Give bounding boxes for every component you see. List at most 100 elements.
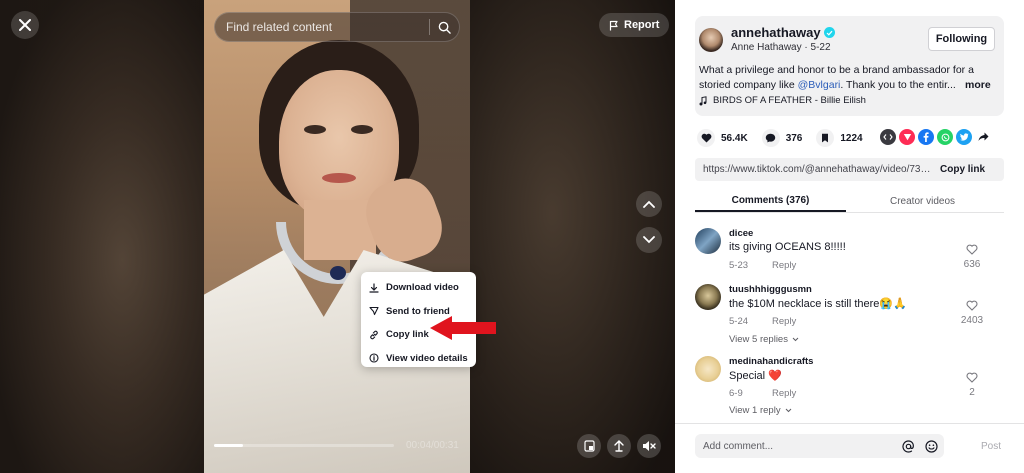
creator-display-name: Anne Hathaway [731,42,802,53]
comment-item: medinahandicrafts Special ❤️ 6-9 Reply 2… [695,350,1004,418]
reply-button[interactable]: Reply [772,388,796,399]
report-label: Report [624,19,660,31]
comment-like-icon[interactable] [966,300,978,311]
emoji-icon[interactable] [925,439,938,453]
caption-mention-link[interactable]: @Bvlgari [798,79,841,91]
save-count: 1224 [840,132,863,144]
video-link-bar: https://www.tiktok.com/@annehathaway/vid… [695,158,1004,181]
comment-like-icon[interactable] [966,372,978,383]
music-link[interactable]: BIRDS OF A FEATHER - Billie Eilish [699,95,866,106]
view-video-details-menu-item[interactable]: View video details [361,347,476,371]
tab-divider [695,212,1004,213]
next-video-button[interactable] [636,227,662,253]
comment-text: the $10M necklace is still there😭🙏 [729,298,907,310]
share-arrow-icon[interactable] [975,129,991,145]
search-input[interactable] [226,20,421,34]
download-video-menu-item[interactable]: Download video [361,276,476,300]
video-link-text[interactable]: https://www.tiktok.com/@annehathaway/vid… [703,164,931,175]
mute-button[interactable] [637,434,661,458]
commenter-username[interactable]: tuushhhigggusmn [729,284,812,295]
comment-input[interactable] [703,440,902,452]
video-frame[interactable] [204,0,470,473]
close-button[interactable] [11,11,39,39]
commenter-avatar[interactable] [695,228,721,254]
related-content-search[interactable] [214,12,460,42]
comment-count: 376 [785,132,803,144]
tab-creator-videos[interactable]: Creator videos [846,190,999,212]
verified-icon [823,27,835,38]
commenter-avatar[interactable] [695,284,721,310]
bookmark-icon [816,129,835,147]
view-replies-label: View 1 reply [729,405,781,416]
reply-button[interactable]: Reply [772,260,796,271]
chevron-down-icon [792,337,799,342]
link-icon [370,330,378,340]
facebook-icon[interactable] [918,129,934,145]
caption-more-button[interactable]: more [965,78,991,93]
post-comment-button[interactable]: Post [981,441,1001,452]
auto-scroll-icon [614,440,624,452]
red-arrow-annotation [430,316,496,340]
caption-text-end: . Thank you to the entir... [840,79,956,91]
commenter-avatar[interactable] [695,356,721,382]
following-button[interactable]: Following [928,27,995,51]
copy-link-button[interactable]: Copy link [940,164,985,175]
comment-text: its giving OCEANS 8!!!!! [729,241,846,253]
repost-icon[interactable] [899,129,915,145]
flag-icon [609,20,618,30]
comment-like-count: 2 [969,387,975,398]
video-player: Report 00:04/00:31 [0,0,675,473]
twitter-icon[interactable] [956,129,972,145]
menu-item-label: Download video [386,282,459,294]
chevron-down-icon [643,236,655,244]
music-note-icon [699,95,707,105]
creator-username[interactable]: annehathaway [731,25,835,40]
post-actions: 56.4K 376 1224 [697,129,877,147]
creator-avatar[interactable] [699,28,723,52]
comment-like-count: 2403 [960,315,984,326]
share-buttons [880,129,991,145]
post-caption: What a privilege and honor to be a brand… [699,63,999,93]
auto-scroll-button[interactable] [607,434,631,458]
save-button[interactable]: 1224 [816,129,863,147]
video-subject-eye [304,125,326,134]
download-icon [369,283,379,293]
creator-subline: Anne Hathaway · 5-22 [731,42,831,53]
commenter-username[interactable]: medinahandicrafts [729,356,813,367]
mention-icon[interactable] [902,439,915,453]
search-divider [429,19,430,35]
view-replies-label: View 5 replies [729,334,788,345]
like-count: 56.4K [721,132,748,144]
menu-item-label: View video details [386,352,468,364]
blurred-background-left [0,0,204,473]
search-icon[interactable] [438,21,451,34]
comment-date: 5-23 [729,260,749,271]
video-progress-fill [214,444,243,447]
view-replies-button[interactable]: View 5 replies [729,334,799,345]
subline-separator: · [804,42,808,53]
embed-icon[interactable] [880,129,896,145]
comment-like-icon[interactable] [966,244,978,255]
video-subject-eye [351,125,373,134]
reply-button[interactable]: Reply [772,316,796,327]
commenter-username[interactable]: dicee [729,228,753,239]
tab-comments[interactable]: Comments (376) [695,190,846,212]
video-progress-bar[interactable] [214,444,394,447]
floating-player-button[interactable] [577,434,601,458]
report-button[interactable]: Report [599,13,670,37]
floating-player-icon [583,440,595,452]
comment-like-count: 636 [963,259,981,270]
like-button[interactable]: 56.4K [697,129,748,147]
view-replies-button[interactable]: View 1 reply [729,405,792,416]
info-icon [369,353,379,363]
composer-divider [675,423,1024,424]
previous-video-button[interactable] [636,191,662,217]
comments-list: dicee its giving OCEANS 8!!!!! 5-23 Repl… [695,222,1004,418]
comment-button[interactable]: 376 [761,129,803,147]
send-icon [369,307,379,316]
creator-username-text: annehathaway [731,25,821,40]
music-title: BIRDS OF A FEATHER - Billie Eilish [713,95,866,106]
whatsapp-icon[interactable] [937,129,953,145]
comment-date: 6-9 [729,388,743,399]
comment-item: dicee its giving OCEANS 8!!!!! 5-23 Repl… [695,222,1004,278]
